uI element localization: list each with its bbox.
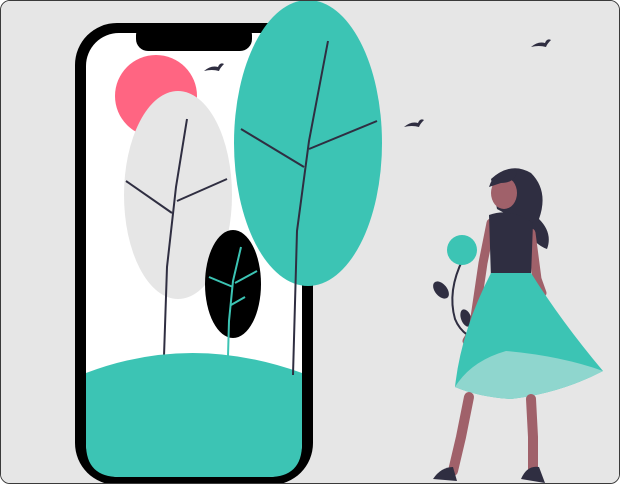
woman-leg-right	[526, 394, 538, 474]
phone-ground-hill	[86, 353, 302, 477]
phone-notch	[136, 23, 252, 51]
illustration-canvas	[1, 1, 619, 483]
illustration-frame	[0, 0, 620, 484]
woman-top	[489, 212, 533, 279]
flower-head	[447, 235, 477, 265]
